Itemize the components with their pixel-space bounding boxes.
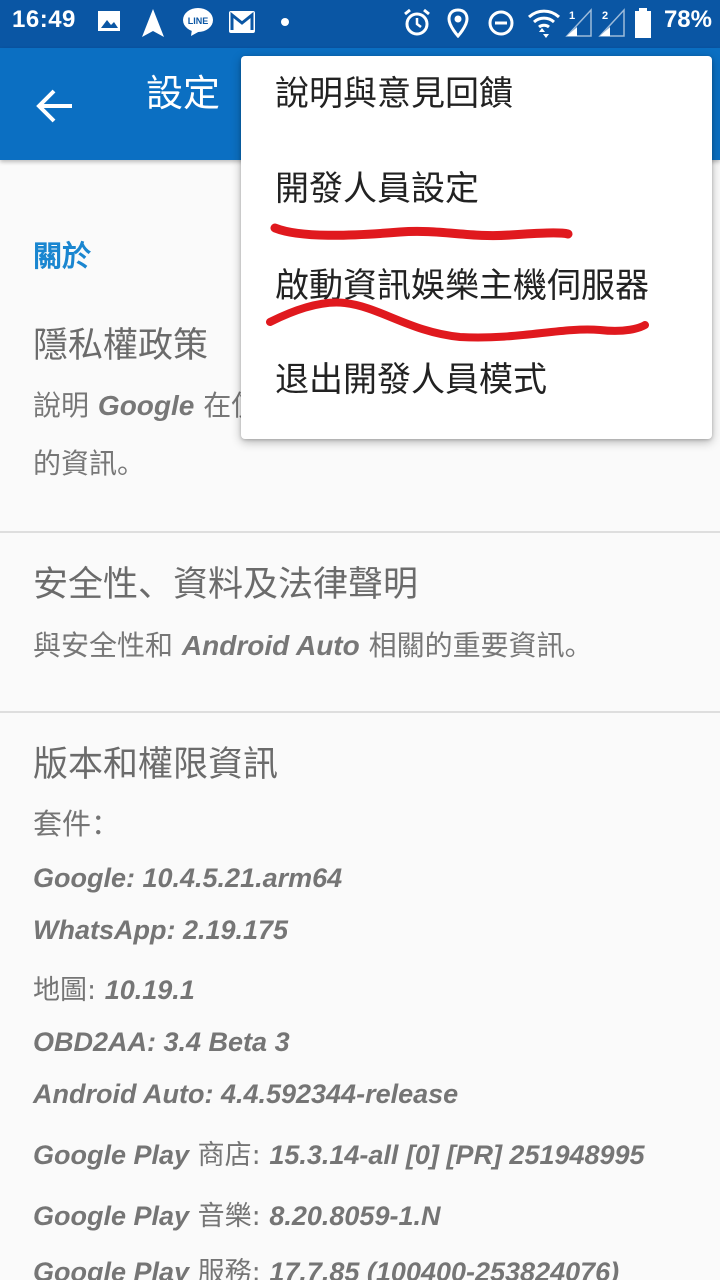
package-maps-label: 地圖: <box>33 975 97 1006</box>
pref-version-title: 版本和權限資訊 <box>33 745 279 785</box>
red-underline-annotations <box>266 223 649 342</box>
package-play-services-a: Google Play <box>33 1257 190 1280</box>
pref-safety-summary-c: 相關的重要資訊。 <box>368 629 593 662</box>
package-play-music-b: 音樂: <box>197 1201 261 1232</box>
package-play-music-a: Google Play <box>33 1201 190 1231</box>
pref-safety-summary-a: 與安全性和 <box>33 629 174 662</box>
package-android-auto: Android Auto: 4.4.592344-release <box>33 1074 458 1115</box>
package-play-music-c: 8.20.8059-1.N <box>269 1201 441 1231</box>
pref-privacy-summary-line2: 的資訊。 <box>33 447 146 480</box>
package-play-store-c: 15.3.14-all [0] [PR] 251948995 <box>269 1140 645 1170</box>
package-obd2aa-text: OBD2AA: 3.4 Beta 3 <box>33 1027 290 1057</box>
red-underline-head-unit-server <box>266 298 649 342</box>
package-google: Google: 10.4.5.21.arm64 <box>33 858 342 899</box>
package-whatsapp-text: WhatsApp: 2.19.175 <box>33 915 289 945</box>
package-maps-value: 10.19.1 <box>104 975 195 1005</box>
package-whatsapp: WhatsApp: 2.19.175 <box>33 910 288 951</box>
package-play-store-b: 商店: <box>197 1140 261 1171</box>
red-underline-developer-settings <box>270 223 573 241</box>
packages-label: 套件： <box>33 807 121 841</box>
package-obd2aa: OBD2AA: 3.4 Beta 3 <box>33 1022 290 1063</box>
package-play-store: Google Play 商店: 15.3.14-all [0] [PR] 251… <box>33 1135 645 1176</box>
package-android-auto-text: Android Auto: 4.4.592344-release <box>33 1079 459 1109</box>
package-google-text: Google: 10.4.5.21.arm64 <box>33 863 343 893</box>
divider <box>0 531 720 533</box>
pref-safety-summary-b: Android Auto <box>181 630 360 661</box>
pref-safety-title: 安全性、資料及法律聲明 <box>33 565 419 605</box>
package-play-services: Google Play 服務: 17.7.85 (100400-25382407… <box>33 1252 619 1280</box>
package-play-services-b: 服務: <box>197 1257 261 1280</box>
package-maps: 地圖: 10.19.1 <box>33 970 195 1011</box>
package-play-services-c: 17.7.85 (100400-253824076) <box>269 1257 620 1280</box>
divider <box>0 711 720 713</box>
package-play-store-a: Google Play <box>33 1140 190 1170</box>
pref-safety-summary: 與安全性和 Android Auto 相關的重要資訊。 <box>33 617 693 675</box>
package-play-music: Google Play 音樂: 8.20.8059-1.N <box>33 1196 440 1237</box>
